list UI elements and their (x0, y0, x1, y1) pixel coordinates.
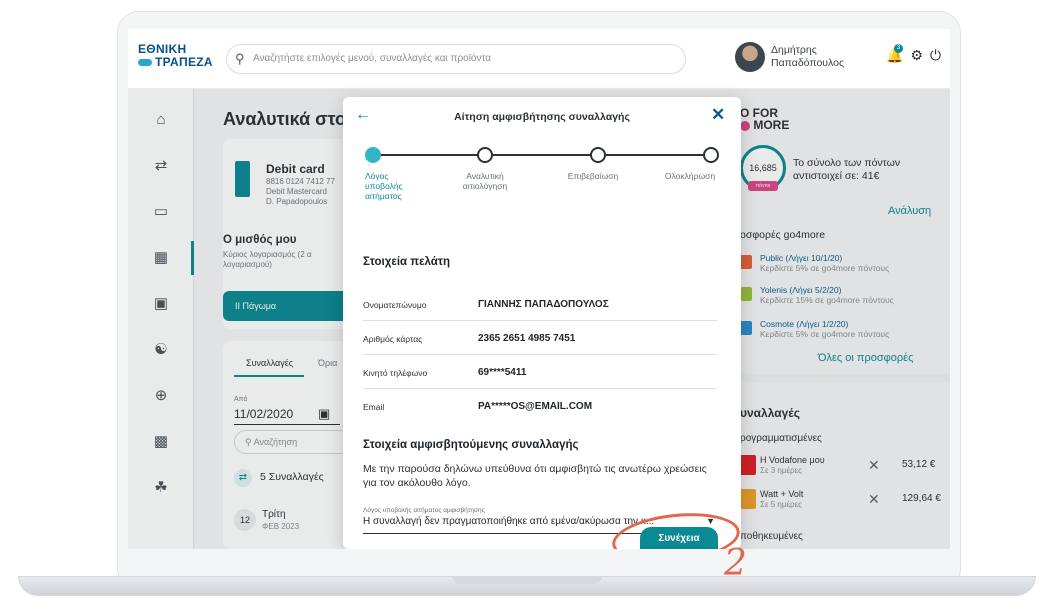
logo-mark-icon (138, 59, 152, 67)
notification-badge: 3 (894, 44, 903, 53)
row-value: PA*****OS@EMAIL.COM (478, 401, 593, 412)
step-label-2: Αναλυτική αιτιολόγηση (462, 171, 508, 191)
customer-row: Email PA*****OS@EMAIL.COM (363, 389, 717, 423)
row-key: Email (363, 402, 385, 412)
modal-title: Αίτηση αμφισβήτησης συναλλαγής (454, 111, 630, 123)
user-first-name: Δημήτρης (771, 44, 817, 56)
user-last-name: Παπαδόπουλος (771, 57, 845, 69)
step-dot-4 (703, 147, 719, 163)
stepper-line (373, 154, 711, 156)
row-key: Ονοματεπώνυμο (363, 300, 427, 310)
dispute-modal: ← Αίτηση αμφισβήτησης συναλλαγής ✕ Λόγος… (343, 97, 741, 549)
customer-section-title: Στοιχεία πελάτη (363, 256, 451, 268)
dispute-section-title: Στοιχεία αμφισβητούμενης συναλλαγής (363, 439, 579, 451)
customer-row: Κινητό τηλέφωνο 69****5411 (363, 355, 717, 389)
stage: ΕΘΝΙΚΗ ΤΡΑΠΕΖΑ ⚲ Αναζητήστε επιλογές μεν… (0, 0, 1054, 604)
screen: ΕΘΝΙΚΗ ΤΡΑΠΕΖΑ ⚲ Αναζητήστε επιλογές μεν… (128, 29, 950, 549)
bank-logo[interactable]: ΕΘΝΙΚΗ ΤΡΑΠΕΖΑ (138, 43, 213, 69)
close-icon[interactable]: ✕ (711, 105, 725, 125)
step-dot-3 (590, 147, 606, 163)
step-dot-2 (477, 147, 493, 163)
search-icon: ⚲ (235, 51, 245, 66)
customer-row: Ονοματεπώνυμο ΓΙΑΝΝΗΣ ΠΑΠΑΔΟΠΟΥΛΟΣ (363, 287, 717, 321)
step-label-4: Ολοκλήρωση (664, 171, 716, 181)
row-value: ΓΙΑΝΝΗΣ ΠΑΠΑΔΟΠΟΥΛΟΣ (478, 299, 609, 310)
laptop-notch (452, 576, 602, 584)
power-icon[interactable]: ⏻ (930, 47, 948, 63)
avatar[interactable] (735, 42, 765, 72)
step-label-1: Λόγος υποβολής αιτήματος (365, 171, 403, 201)
reason-select-label: Λόγος υποβολής αιτήματος αμφισβήτησης (363, 507, 485, 514)
step-number-annotation: 2 (724, 543, 747, 584)
app-background: ΕΘΝΙΚΗ ΤΡΑΠΕΖΑ ⚲ Αναζητήστε επιλογές μεν… (128, 29, 950, 549)
customer-row: Αριθμός κάρτας 2365 2651 4985 7451 (363, 321, 717, 355)
row-key: Αριθμός κάρτας (363, 334, 423, 344)
step-label-3: Επιβεβαίωση (567, 171, 619, 181)
row-value: 2365 2651 4985 7451 (478, 333, 576, 344)
gear-icon[interactable]: ⚙ (910, 47, 930, 63)
declaration-text: Με την παρούσα δηλώνω υπεύθυνα ότι αμφισ… (363, 463, 707, 489)
row-key: Κινητό τηλέφωνο (363, 368, 428, 378)
top-bar: ΕΘΝΙΚΗ ΤΡΑΠΕΖΑ ⚲ Αναζητήστε επιλογές μεν… (128, 29, 950, 89)
logo-line-2: ΤΡΑΠΕΖΑ (155, 55, 213, 69)
row-value: 69****5411 (478, 367, 527, 378)
reason-select-value: Η συναλλαγή δεν πραγματοποιήθηκε από εμέ… (363, 516, 655, 527)
user-name[interactable]: Δημήτρης Παπαδόπουλος (771, 44, 844, 70)
step-dot-1 (365, 147, 381, 163)
global-search-input[interactable]: ⚲ Αναζητήστε επιλογές μενού, συναλλαγές … (226, 44, 686, 74)
search-placeholder: Αναζητήστε επιλογές μενού, συναλλαγές κα… (253, 53, 492, 64)
